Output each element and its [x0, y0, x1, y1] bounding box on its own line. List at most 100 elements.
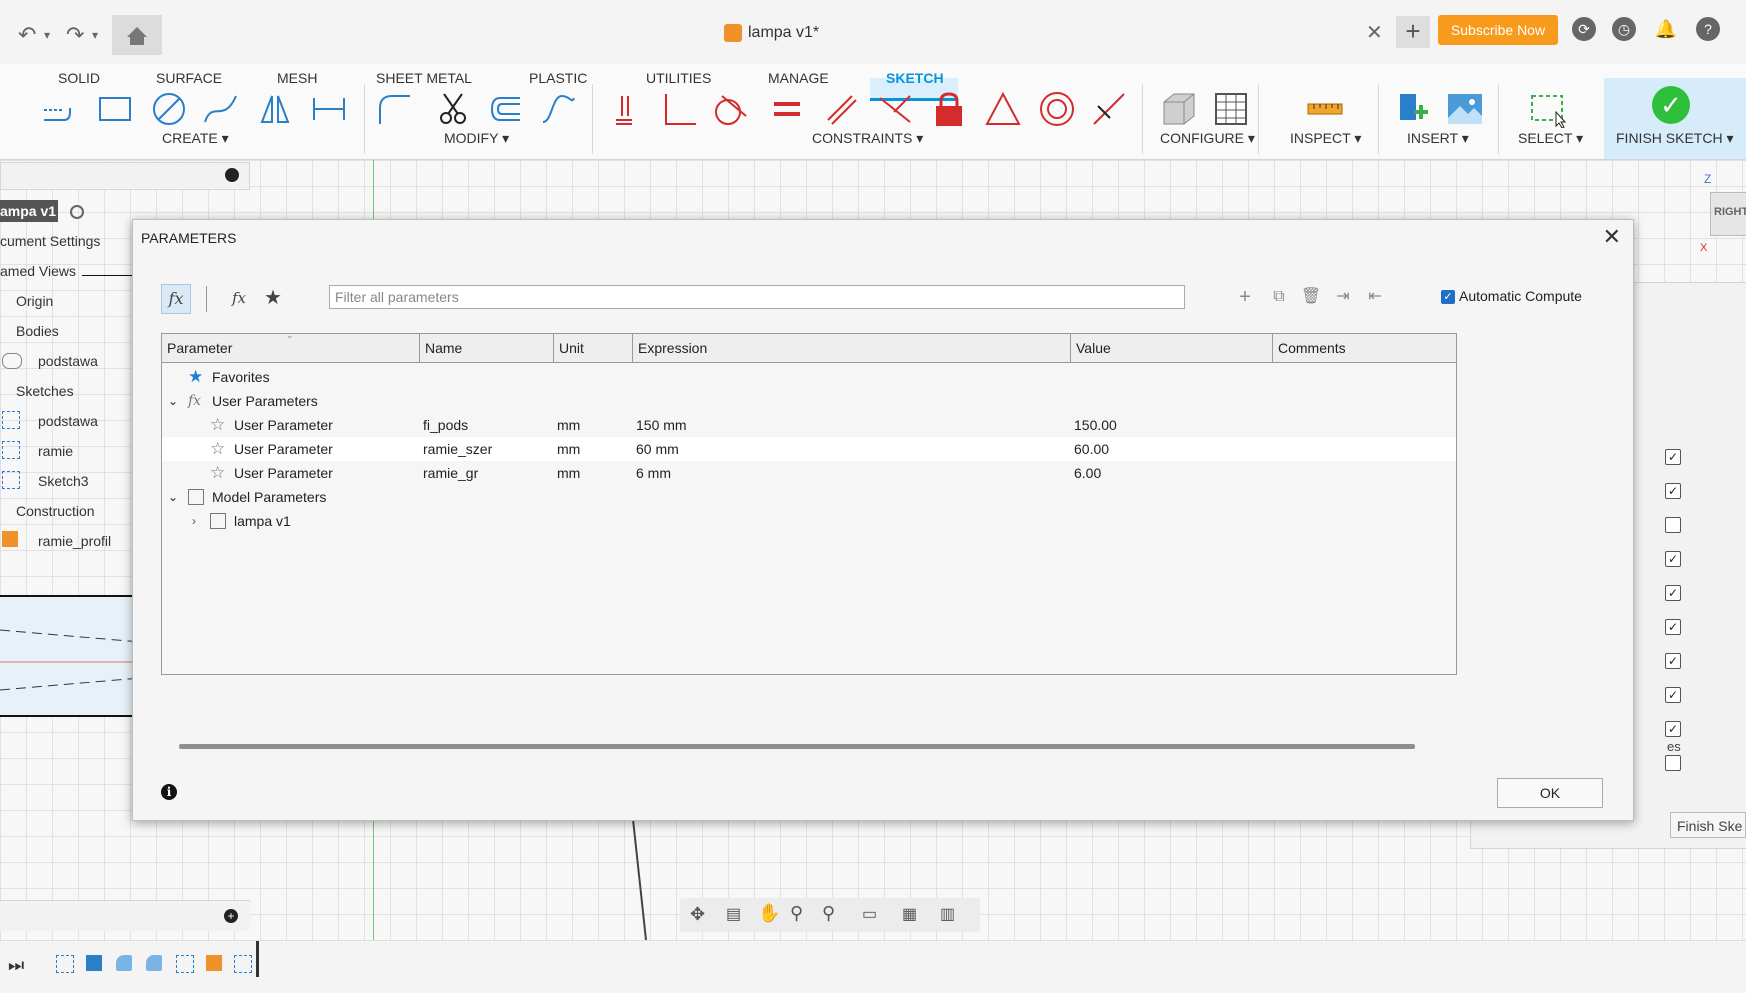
- finish-sketch-button[interactable]: Finish Ske: [1670, 812, 1746, 838]
- insert-menu[interactable]: INSERT ▾: [1407, 130, 1469, 147]
- undo-icon[interactable]: ↶: [18, 22, 36, 48]
- browser-item[interactable]: ramie: [38, 443, 73, 459]
- fix-lock-icon[interactable]: [930, 90, 968, 128]
- info-icon[interactable]: i: [161, 784, 177, 800]
- palette-checkbox[interactable]: ✓: [1665, 551, 1681, 567]
- palette-checkbox[interactable]: ✓: [1665, 449, 1681, 465]
- spline-icon[interactable]: [202, 90, 240, 128]
- help-icon[interactable]: ?: [1696, 17, 1720, 41]
- browser-item[interactable]: Bodies: [16, 323, 59, 339]
- look-at-icon[interactable]: ▤: [726, 904, 741, 924]
- user-parameters-tab[interactable]: fx: [225, 284, 253, 312]
- trim-icon[interactable]: [434, 90, 472, 128]
- horizontal-vertical-icon[interactable]: [610, 90, 648, 128]
- model-parameters-group-row[interactable]: ⌄ Model Parameters: [162, 485, 1456, 509]
- cell-expression[interactable]: 150 mm: [636, 413, 687, 437]
- expand-chevron-right-icon[interactable]: ›: [192, 509, 196, 533]
- browser-item[interactable]: Sketch3: [38, 473, 89, 489]
- cell-name[interactable]: fi_pods: [423, 413, 468, 437]
- configure-cube-icon[interactable]: [1160, 90, 1198, 128]
- timeline-extrude-icon[interactable]: [86, 955, 102, 971]
- undo-dropdown-icon[interactable]: ▾: [44, 28, 50, 42]
- automatic-compute-checkbox[interactable]: ✓: [1441, 290, 1455, 304]
- palette-checkbox[interactable]: ✓: [1665, 585, 1681, 601]
- timeline-revolve-icon[interactable]: [116, 955, 132, 971]
- parallel-icon[interactable]: [822, 90, 860, 128]
- rectangle-icon[interactable]: [96, 90, 134, 128]
- view-cube[interactable]: Z RIGHT X: [1700, 172, 1746, 254]
- tab-mesh[interactable]: MESH: [277, 70, 317, 86]
- collapse-browser-icon[interactable]: [225, 168, 239, 182]
- activate-radio-icon[interactable]: [70, 205, 84, 219]
- display-settings-icon[interactable]: ▭: [862, 904, 877, 924]
- palette-checkbox[interactable]: ✓: [1665, 483, 1681, 499]
- palette-checkbox[interactable]: ✓: [1665, 653, 1681, 669]
- cell-name[interactable]: ramie_szer: [423, 437, 492, 461]
- delete-parameter-icon[interactable]: 🗑: [1299, 285, 1323, 309]
- new-tab-button[interactable]: +: [1396, 16, 1430, 48]
- subscribe-button[interactable]: Subscribe Now: [1438, 15, 1558, 45]
- close-icon[interactable]: ✕: [1603, 224, 1621, 250]
- notifications-icon[interactable]: 🔔: [1654, 17, 1678, 41]
- timeline-plane-icon[interactable]: [206, 955, 222, 971]
- configure-table-icon[interactable]: [1212, 90, 1250, 128]
- constraints-menu[interactable]: CONSTRAINTS ▾: [812, 130, 923, 147]
- browser-item[interactable]: cument Settings: [0, 233, 100, 249]
- configure-menu[interactable]: CONFIGURE ▾: [1160, 130, 1255, 147]
- table-row[interactable]: ☆ User Parameter ramie_gr mm 6 mm 6.00: [162, 461, 1456, 485]
- modify-menu[interactable]: MODIFY ▾: [444, 130, 509, 147]
- equal-icon[interactable]: [768, 90, 806, 128]
- measure-icon[interactable]: [1306, 90, 1344, 128]
- select-window-icon[interactable]: [1528, 90, 1566, 128]
- home-button[interactable]: [112, 15, 162, 55]
- tab-surface[interactable]: SURFACE: [156, 70, 222, 86]
- column-header-value[interactable]: Value: [1071, 334, 1273, 362]
- coincident-icon[interactable]: [876, 90, 914, 128]
- browser-item[interactable]: Origin: [16, 293, 53, 309]
- finish-sketch-menu[interactable]: FINISH SKETCH ▾: [1616, 130, 1733, 147]
- palette-checkbox[interactable]: ✓: [1665, 619, 1681, 635]
- zoom-icon[interactable]: ⚲: [790, 903, 803, 924]
- tab-sketch[interactable]: SKETCH: [886, 70, 944, 86]
- fit-icon[interactable]: ⚲: [822, 903, 835, 924]
- offset-icon[interactable]: [486, 90, 524, 128]
- perpendicular-icon[interactable]: [660, 90, 698, 128]
- create-menu[interactable]: CREATE ▾: [162, 130, 229, 147]
- insert-canvas-icon[interactable]: [1446, 90, 1484, 128]
- tab-manage[interactable]: MANAGE: [768, 70, 829, 86]
- tab-solid[interactable]: SOLID: [58, 70, 100, 86]
- finish-sketch-check-icon[interactable]: ✓: [1652, 86, 1690, 124]
- palette-checkbox[interactable]: [1665, 517, 1681, 533]
- browser-item[interactable]: Sketches: [16, 383, 74, 399]
- column-header-comments[interactable]: Comments: [1273, 334, 1456, 362]
- orbit-icon[interactable]: ✥: [690, 904, 705, 925]
- horizontal-scrollbar[interactable]: [179, 744, 1415, 749]
- user-parameters-group-row[interactable]: ⌄ fx User Parameters: [162, 389, 1456, 413]
- timeline-sketch-icon[interactable]: [234, 955, 252, 973]
- sync-icon[interactable]: ⟳: [1572, 17, 1596, 41]
- cell-expression[interactable]: 6 mm: [636, 461, 671, 485]
- column-header-unit[interactable]: Unit: [554, 334, 633, 362]
- browser-item[interactable]: podstawa: [38, 413, 98, 429]
- timeline-sketch-icon[interactable]: [56, 955, 74, 973]
- column-header-expression[interactable]: Expression: [633, 334, 1071, 362]
- cell-name[interactable]: ramie_gr: [423, 461, 478, 485]
- browser-root[interactable]: ampa v1: [0, 203, 56, 219]
- palette-checkbox[interactable]: ✓: [1665, 721, 1681, 737]
- favorites-group-row[interactable]: ★ Favorites: [162, 365, 1456, 389]
- sketch-curve-icon[interactable]: [540, 90, 578, 128]
- mirror-icon[interactable]: [256, 90, 294, 128]
- browser-item[interactable]: Construction: [16, 503, 95, 519]
- table-row[interactable]: ☆ User Parameter fi_pods mm 150 mm 150.0…: [162, 413, 1456, 437]
- table-row[interactable]: ☆ User Parameter ramie_szer mm 60 mm 60.…: [162, 437, 1456, 461]
- dimension-icon[interactable]: [310, 90, 348, 128]
- midpoint-icon[interactable]: [984, 90, 1022, 128]
- filter-parameters-input[interactable]: [329, 285, 1185, 309]
- timeline-revolve-icon[interactable]: [146, 955, 162, 971]
- timeline-marker[interactable]: [256, 941, 259, 977]
- add-parameter-icon[interactable]: +: [1233, 285, 1257, 309]
- redo-dropdown-icon[interactable]: ▾: [92, 28, 98, 42]
- symmetry-icon[interactable]: [1090, 90, 1128, 128]
- ok-button[interactable]: OK: [1497, 778, 1603, 808]
- cell-expression[interactable]: 60 mm: [636, 437, 679, 461]
